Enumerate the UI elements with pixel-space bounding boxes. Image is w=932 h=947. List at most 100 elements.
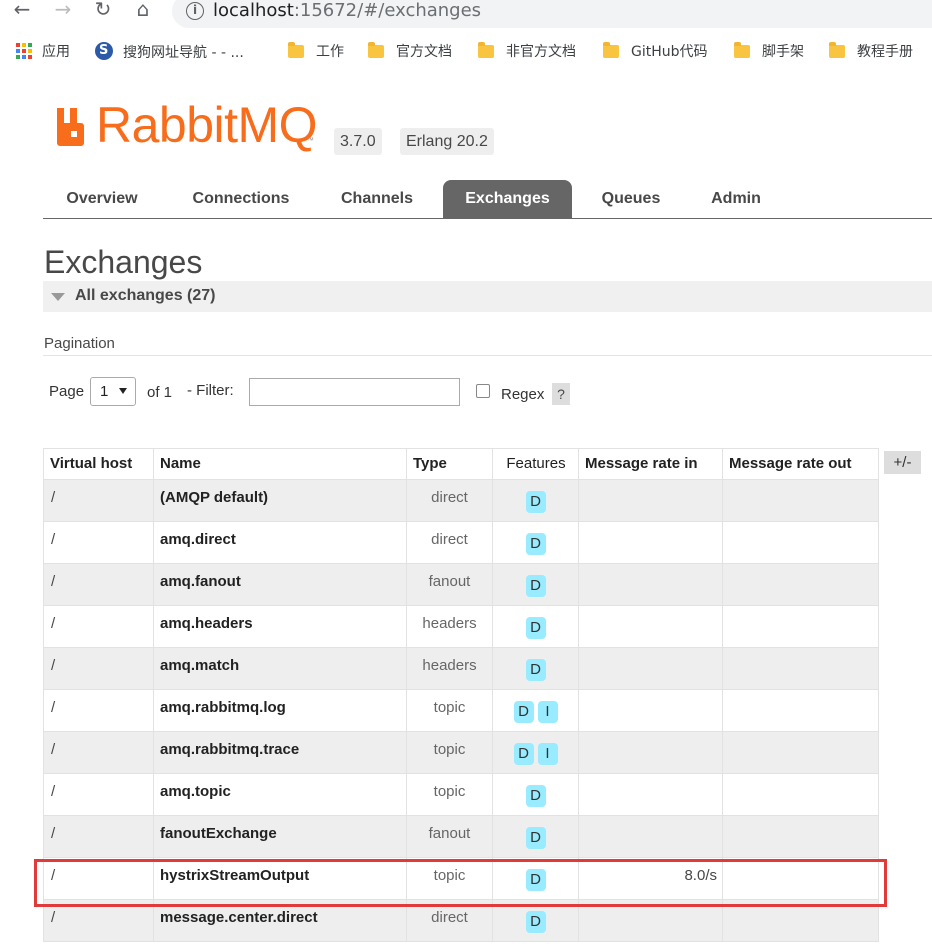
features-cell: D (492, 479, 579, 522)
bookmarks-bar: 应用 搜狗网址导航 - - ... 工作 官方文档 非官方文档 GitHub代码… (0, 30, 932, 74)
durable-badge: D (525, 785, 546, 807)
rate-out-cell (722, 521, 879, 564)
filter-input[interactable] (249, 378, 460, 406)
durable-badge: D (525, 827, 546, 849)
exchange-name-link[interactable]: amq.topic (153, 773, 407, 816)
exchange-name-link[interactable]: hystrixStreamOutput (153, 857, 407, 900)
column-header-message-rate-in[interactable]: Message rate in (578, 448, 723, 480)
bookmark-apps[interactable]: 应用 (16, 42, 70, 64)
table-row[interactable]: / amq.direct direct D (43, 521, 879, 564)
exchange-name-link[interactable]: amq.fanout (153, 563, 407, 606)
rate-in-cell (578, 647, 723, 690)
browser-toolbar: ← → ↻ ⌂ i localhost:15672/#/exchanges (0, 0, 932, 30)
bookmark-label: 工作 (316, 44, 344, 60)
bookmark-folder-work[interactable]: 工作 (288, 42, 344, 64)
durable-badge: D (525, 911, 546, 933)
logo-wordmark: RabbitMQ (96, 97, 318, 153)
bookmark-folder-scaffold[interactable]: 脚手架 (734, 42, 804, 64)
features-cell: DI (492, 689, 579, 732)
rate-out-cell (722, 689, 879, 732)
rate-in-cell (578, 815, 723, 858)
divider (43, 355, 932, 356)
all-exchanges-section-toggle[interactable]: All exchanges (27) (43, 281, 932, 312)
page-select[interactable]: 1 (90, 377, 136, 406)
table-row[interactable]: / amq.fanout fanout D (43, 563, 879, 606)
info-icon[interactable]: i (186, 2, 204, 20)
table-header-row: Virtual host Name Type Features Message … (43, 448, 879, 480)
tab-exchanges[interactable]: Exchanges (443, 180, 572, 218)
regex-checkbox[interactable] (476, 384, 490, 398)
tab-channels[interactable]: Channels (323, 180, 431, 218)
bookmark-label: 应用 (42, 44, 70, 60)
table-row[interactable]: / message.center.direct direct D (43, 899, 879, 942)
vhost-cell: / (43, 857, 154, 900)
rate-in-cell: 8.0/s (578, 857, 723, 900)
table-row[interactable]: / fanoutExchange fanout D (43, 815, 879, 858)
tab-connections[interactable]: Connections (173, 180, 309, 218)
regex-label: Regex (501, 386, 545, 403)
column-header-virtual-host[interactable]: Virtual host (43, 448, 154, 480)
type-cell: fanout (406, 563, 493, 606)
rate-out-cell (722, 563, 879, 606)
column-toggle-button[interactable]: +/- (884, 451, 921, 474)
home-icon[interactable]: ⌂ (130, 0, 156, 22)
exchange-name-link[interactable]: amq.direct (153, 521, 407, 564)
main-nav-tabs: Overview Connections Channels Exchanges … (43, 180, 932, 219)
bookmark-label: 非官方文档 (506, 44, 576, 60)
exchange-name-link[interactable]: amq.match (153, 647, 407, 690)
exchange-name-link[interactable]: amq.headers (153, 605, 407, 648)
table-row[interactable]: / amq.match headers D (43, 647, 879, 690)
back-arrow-icon[interactable]: ← (9, 0, 35, 22)
bookmark-sogou[interactable]: 搜狗网址导航 - - ... (95, 42, 244, 64)
features-cell: D (492, 521, 579, 564)
erlang-version-badge: Erlang 20.2 (400, 128, 494, 155)
features-cell: D (492, 857, 579, 900)
page-count-label: of 1 (147, 384, 173, 401)
exchange-name-link[interactable]: fanoutExchange (153, 815, 407, 858)
table-row[interactable]: / amq.topic topic D (43, 773, 879, 816)
address-bar[interactable]: i localhost:15672/#/exchanges (172, 0, 932, 28)
tab-overview[interactable]: Overview (43, 180, 161, 218)
section-label: All exchanges (27) (75, 287, 216, 304)
rate-in-cell (578, 689, 723, 732)
rate-out-cell (722, 647, 879, 690)
collapse-triangle-icon (51, 293, 65, 301)
exchange-name-link[interactable]: amq.rabbitmq.log (153, 689, 407, 732)
vhost-cell: / (43, 479, 154, 522)
vhost-cell: / (43, 521, 154, 564)
sogou-icon (95, 42, 113, 60)
table-row[interactable]: / amq.rabbitmq.trace topic DI (43, 731, 879, 774)
bookmark-folder-unofficial-docs[interactable]: 非官方文档 (478, 42, 576, 64)
table-row[interactable]: / (AMQP default) direct D (43, 479, 879, 522)
column-header-message-rate-out[interactable]: Message rate out (722, 448, 879, 480)
exchange-name-link[interactable]: (AMQP default) (153, 479, 407, 522)
bookmark-folder-tutorials[interactable]: 教程手册 (829, 42, 913, 64)
reload-icon[interactable]: ↻ (90, 0, 116, 22)
type-cell: topic (406, 857, 493, 900)
durable-badge: D (513, 743, 534, 765)
folder-icon (478, 42, 494, 58)
type-cell: headers (406, 605, 493, 648)
type-cell: direct (406, 479, 493, 522)
column-header-name[interactable]: Name (153, 448, 407, 480)
table-row[interactable]: / amq.rabbitmq.log topic DI (43, 689, 879, 732)
table-row[interactable]: / amq.headers headers D (43, 605, 879, 648)
table-row[interactable]: / hystrixStreamOutput topic D 8.0/s (43, 857, 879, 900)
bookmark-folder-github[interactable]: GitHub代码 (603, 42, 708, 64)
features-cell: D (492, 605, 579, 648)
vhost-cell: / (43, 773, 154, 816)
tab-queues[interactable]: Queues (585, 180, 677, 218)
features-cell: D (492, 773, 579, 816)
type-cell: topic (406, 731, 493, 774)
regex-help-button[interactable]: ? (552, 383, 570, 405)
exchange-name-link[interactable]: amq.rabbitmq.trace (153, 731, 407, 774)
rabbit-icon (57, 108, 84, 146)
exchanges-table: Virtual host Name Type Features Message … (43, 448, 879, 942)
column-header-type[interactable]: Type (406, 448, 493, 480)
exchange-name-link[interactable]: message.center.direct (153, 899, 407, 942)
features-cell: D (492, 815, 579, 858)
tab-admin[interactable]: Admin (691, 180, 781, 218)
bookmark-folder-official-docs[interactable]: 官方文档 (368, 42, 452, 64)
type-cell: direct (406, 521, 493, 564)
forward-arrow-icon[interactable]: → (50, 0, 76, 22)
